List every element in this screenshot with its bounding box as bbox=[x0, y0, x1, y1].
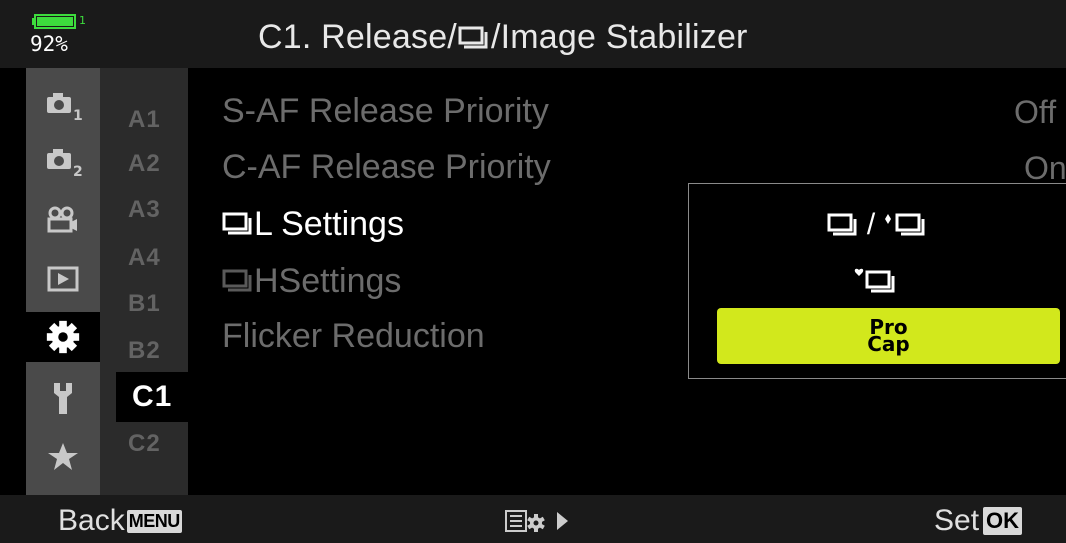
ok-key-badge: OK bbox=[983, 507, 1023, 535]
tab-shooting-menu-1[interactable]: 1 bbox=[26, 81, 100, 131]
subtab-b2[interactable]: B2 bbox=[128, 337, 161, 365]
tab-custom-menu[interactable] bbox=[26, 312, 100, 362]
menu-item-sequential-l-settings[interactable]: L Settings bbox=[222, 205, 404, 244]
menu-item-label: HSettings bbox=[254, 262, 402, 300]
subtab-a4[interactable]: A4 bbox=[128, 244, 161, 272]
subtab-b1[interactable]: B1 bbox=[128, 290, 161, 318]
my-menu-star-icon bbox=[48, 443, 78, 470]
submenu-nav-hint bbox=[504, 508, 570, 534]
option-separator: / bbox=[866, 208, 876, 241]
subtab-a3[interactable]: A3 bbox=[128, 196, 161, 224]
shooting-menu-2-icon: 2 bbox=[47, 149, 83, 180]
svg-text:2: 2 bbox=[73, 164, 83, 180]
option-pro-capture[interactable]: Pro Cap bbox=[717, 308, 1060, 364]
shooting-menu-1-icon: 1 bbox=[47, 93, 83, 124]
back-label: Back bbox=[58, 504, 125, 537]
sequential-shooting-icon bbox=[827, 213, 857, 236]
set-label: Set bbox=[934, 504, 980, 537]
battery-icon: 1 bbox=[32, 14, 86, 29]
option-silent-sequential[interactable] bbox=[688, 262, 1066, 302]
setup-menu-wrench-icon bbox=[54, 382, 72, 414]
menu-item-sequential-h-settings[interactable]: HSettings bbox=[222, 262, 401, 301]
tab-my-menu[interactable] bbox=[26, 431, 100, 481]
silent-sequential-shooting-icon bbox=[885, 213, 925, 236]
menu-item-s-af-release-priority[interactable]: S-AF Release Priority bbox=[222, 92, 549, 131]
sequential-shooting-icon bbox=[222, 212, 252, 235]
tab-shooting-menu-2[interactable]: 2 bbox=[26, 137, 100, 187]
video-menu-icon bbox=[47, 206, 77, 233]
back-button[interactable]: Back MENU bbox=[58, 504, 182, 538]
tab-setup-menu[interactable] bbox=[26, 372, 100, 422]
menu-item-label: L Settings bbox=[254, 205, 404, 243]
subtab-a2[interactable]: A2 bbox=[128, 150, 161, 178]
battery-marker: 1 bbox=[79, 14, 86, 27]
menu-key-badge: MENU bbox=[126, 509, 182, 533]
svg-text:1: 1 bbox=[73, 108, 83, 124]
menu-item-flicker-reduction[interactable]: Flicker Reduction bbox=[222, 317, 485, 356]
subtab-c1[interactable]: C1 bbox=[116, 372, 188, 422]
tab-video-menu[interactable] bbox=[26, 196, 100, 246]
silent-sequential-shooting-icon bbox=[854, 268, 895, 293]
page-title: C1. Release/ /Image Stabilizer bbox=[258, 18, 748, 57]
subtab-a1[interactable]: A1 bbox=[128, 106, 161, 134]
subtab-c1-label: C1 bbox=[132, 380, 173, 413]
custom-menu-gear-icon bbox=[46, 320, 80, 354]
title-prefix: C1. Release/ bbox=[258, 18, 457, 56]
value-c-af-release-priority: On bbox=[1024, 150, 1066, 186]
value-s-af-release-priority: Off bbox=[1014, 94, 1057, 130]
pro-capture-label-line2: Cap bbox=[867, 332, 910, 356]
submenu-settings-icon bbox=[505, 510, 545, 532]
menu-item-c-af-release-priority[interactable]: C-AF Release Priority bbox=[222, 148, 551, 187]
subtab-c2[interactable]: C2 bbox=[128, 430, 161, 458]
tab-playback-menu[interactable] bbox=[26, 254, 100, 304]
arrow-right-icon bbox=[557, 512, 568, 530]
battery-percent: 92% bbox=[30, 32, 68, 56]
title-suffix: /Image Stabilizer bbox=[490, 18, 748, 56]
playback-menu-icon bbox=[47, 266, 79, 292]
option-sequential-silent-sequential[interactable]: / bbox=[688, 205, 1066, 245]
set-button[interactable]: Set OK bbox=[934, 504, 1023, 538]
sequential-shooting-icon bbox=[458, 26, 488, 49]
sequential-shooting-icon bbox=[222, 269, 252, 292]
